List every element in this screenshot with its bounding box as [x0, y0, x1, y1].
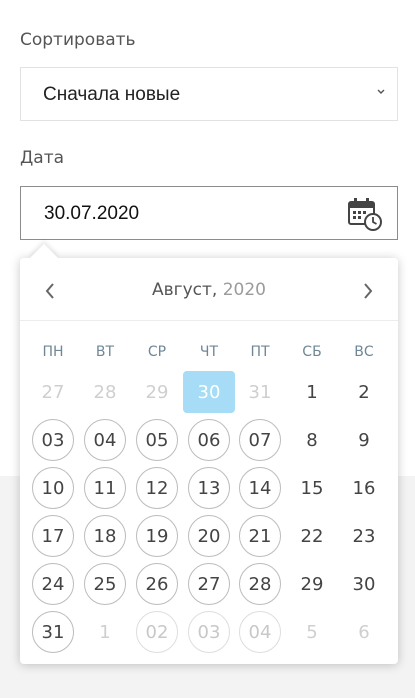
day-cell[interactable]: 9 [343, 419, 385, 461]
day-cell[interactable]: 23 [343, 515, 385, 557]
day-cell[interactable]: 18 [84, 515, 126, 557]
day-cell-selected[interactable]: 30 [183, 371, 235, 413]
weekday-label: СР [147, 344, 167, 360]
day-cell[interactable]: 26 [136, 563, 178, 605]
weekday-label: ПН [42, 344, 64, 360]
day-cell[interactable]: 10 [32, 467, 74, 509]
day-cell[interactable]: 2 [343, 371, 385, 413]
day-cell[interactable]: 27 [188, 563, 230, 605]
day-cell: 5 [306, 621, 318, 643]
calendar-clock-icon[interactable] [347, 197, 383, 231]
datepicker-popup: Август, 2020 ПН ВТ СР ЧТ ПТ СБ ВС 27 28 29 30 31 1 2… [20, 243, 398, 664]
weekday-label: СБ [302, 344, 322, 360]
day-cell[interactable]: 14 [239, 467, 281, 509]
sort-select-value: Сначала новые [43, 84, 181, 105]
day-cell[interactable]: 31 [32, 611, 74, 653]
day-cell[interactable]: 21 [239, 515, 281, 557]
day-cell[interactable]: 30 [343, 563, 385, 605]
year-name: 2020 [222, 280, 266, 300]
day-cell[interactable]: 16 [343, 467, 385, 509]
day-cell: 31 [248, 381, 272, 403]
day-cell: 29 [145, 381, 169, 403]
day-cell[interactable]: 20 [188, 515, 230, 557]
weekday-label: ПТ [250, 344, 270, 360]
day-cell: 28 [93, 381, 117, 403]
sort-select[interactable]: Сначала новые [20, 67, 398, 121]
date-label: Дата [20, 148, 65, 168]
month-name: Август, [152, 280, 218, 300]
day-cell[interactable]: 1 [291, 371, 333, 413]
day-cell[interactable]: 02 [136, 611, 178, 653]
sort-label: Сортировать [20, 30, 136, 50]
chevron-down-icon [377, 89, 385, 94]
day-cell[interactable]: 03 [188, 611, 230, 653]
day-cell[interactable]: 24 [32, 563, 74, 605]
date-input[interactable]: 30.07.2020 [20, 186, 398, 240]
header-divider [20, 320, 398, 321]
day-cell: 1 [99, 621, 111, 643]
day-cell[interactable]: 13 [188, 467, 230, 509]
day-cell[interactable]: 11 [84, 467, 126, 509]
day-cell[interactable]: 15 [291, 467, 333, 509]
day-cell[interactable]: 25 [84, 563, 126, 605]
day-cell[interactable]: 05 [136, 419, 178, 461]
day-cell[interactable]: 03 [32, 419, 74, 461]
day-cell[interactable]: 29 [291, 563, 333, 605]
weekday-label: ВС [354, 344, 374, 360]
weekday-label: ЧТ [199, 344, 219, 360]
day-cell[interactable]: 06 [188, 419, 230, 461]
day-cell[interactable]: 07 [239, 419, 281, 461]
day-cell[interactable]: 8 [291, 419, 333, 461]
day-cell: 27 [41, 381, 65, 403]
day-cell: 6 [358, 621, 370, 643]
day-cell[interactable]: 12 [136, 467, 178, 509]
day-cell[interactable]: 17 [32, 515, 74, 557]
day-cell[interactable]: 04 [239, 611, 281, 653]
day-cell[interactable]: 22 [291, 515, 333, 557]
weekday-label: ВТ [95, 344, 115, 360]
date-input-value: 30.07.2020 [44, 203, 140, 224]
day-cell[interactable]: 04 [84, 419, 126, 461]
chevron-right-icon[interactable] [360, 280, 376, 302]
month-year-title: Август, 2020 [20, 280, 398, 300]
day-cell[interactable]: 28 [239, 563, 281, 605]
day-cell[interactable]: 19 [136, 515, 178, 557]
